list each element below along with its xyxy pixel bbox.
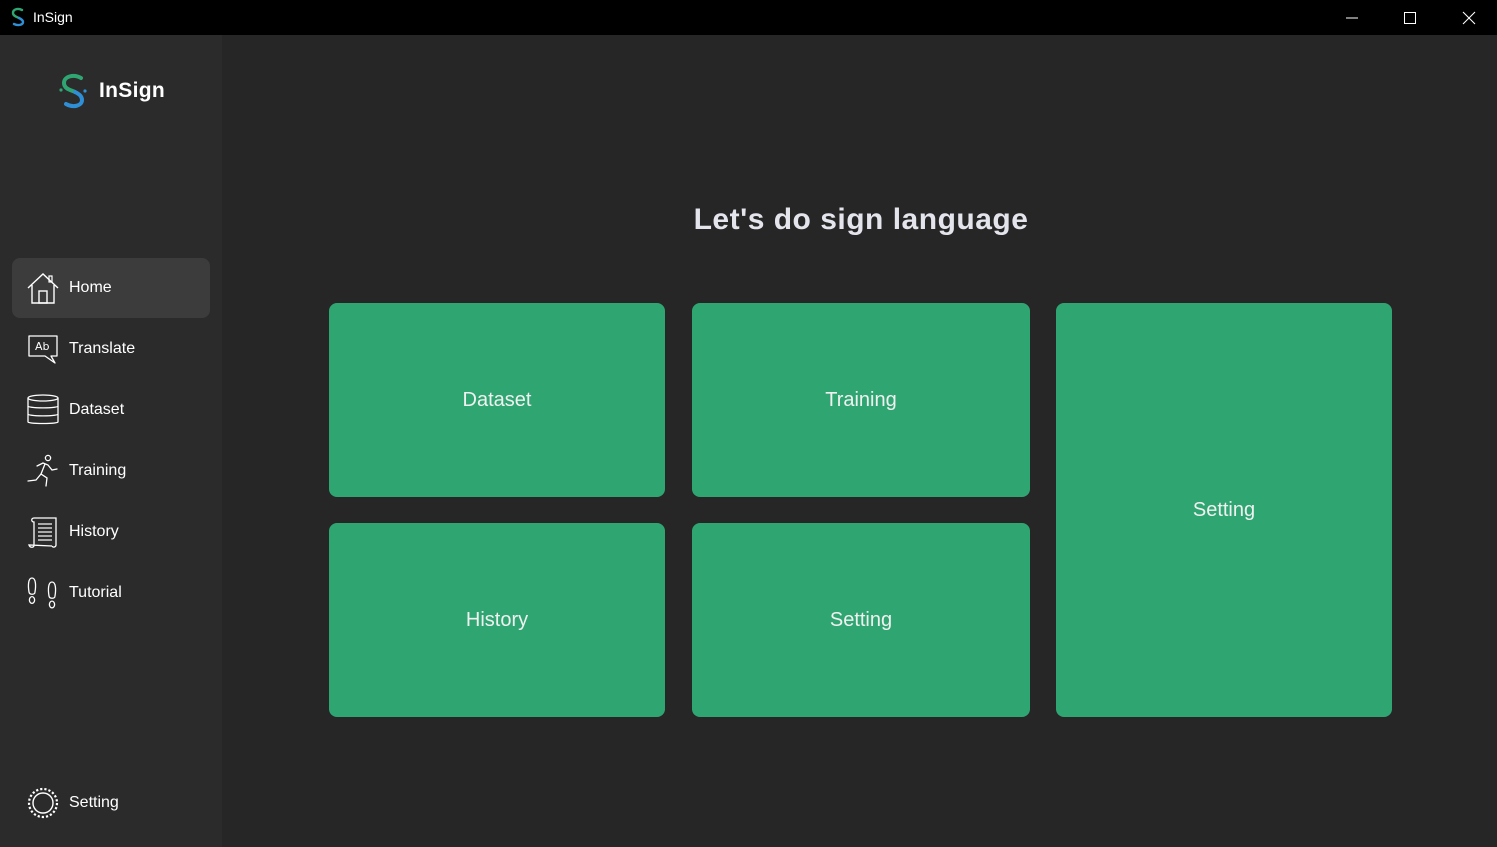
maximize-icon	[1404, 11, 1416, 24]
sidebar: InSign Home Ab Translate Dataset Trainin…	[0, 35, 222, 847]
database-icon	[27, 394, 59, 425]
tile-label: Dataset	[462, 388, 532, 411]
sidebar-item-training[interactable]: Training	[12, 441, 210, 501]
window-title: InSign	[33, 9, 73, 25]
tile-training[interactable]: Training	[692, 303, 1030, 497]
page-heading: Let's do sign language	[693, 203, 1029, 236]
close-button[interactable]	[1440, 0, 1497, 35]
sidebar-item-label: Home	[69, 279, 112, 296]
home-icon	[27, 273, 59, 304]
sidebar-item-setting[interactable]: Setting	[12, 773, 210, 833]
main-content: Let's do sign language Dataset Training …	[222, 35, 1497, 847]
title-bar: InSign	[0, 0, 1497, 35]
tile-history[interactable]: History	[329, 523, 665, 717]
close-icon	[1462, 11, 1476, 24]
sidebar-item-dataset[interactable]: Dataset	[12, 380, 210, 440]
sidebar-item-label: History	[69, 523, 119, 540]
insign-logo-icon	[59, 73, 87, 109]
maximize-button[interactable]	[1381, 0, 1439, 35]
tile-setting-large[interactable]: Setting	[1056, 303, 1392, 717]
sidebar-item-label: Setting	[69, 794, 119, 811]
sidebar-item-translate[interactable]: Ab Translate	[12, 319, 210, 379]
brand-name: InSign	[99, 79, 165, 102]
tile-setting[interactable]: Setting	[692, 523, 1030, 717]
tile-label: Setting	[1192, 498, 1256, 521]
sidebar-item-home[interactable]: Home	[12, 258, 210, 318]
tile-label: Setting	[829, 608, 893, 631]
svg-text:Ab: Ab	[35, 340, 50, 353]
sidebar-item-history[interactable]: History	[12, 502, 210, 562]
sidebar-item-label: Translate	[69, 340, 136, 357]
translate-icon: Ab	[28, 335, 58, 364]
scroll-icon	[28, 517, 57, 548]
minimize-icon	[1346, 17, 1358, 18]
sidebar-item-label: Dataset	[69, 401, 125, 418]
gear-icon	[27, 787, 59, 819]
running-icon	[27, 454, 58, 487]
sidebar-item-label: Tutorial	[69, 584, 122, 601]
tile-label: History	[465, 608, 529, 631]
app-logo-icon	[11, 7, 25, 27]
tile-dataset[interactable]: Dataset	[329, 303, 665, 497]
sidebar-item-label: Training	[69, 462, 127, 479]
tile-label: Training	[825, 388, 897, 411]
brand: InSign	[0, 35, 222, 125]
minimize-button[interactable]	[1323, 0, 1381, 35]
footsteps-icon	[27, 577, 57, 609]
sidebar-item-tutorial[interactable]: Tutorial	[12, 563, 210, 623]
